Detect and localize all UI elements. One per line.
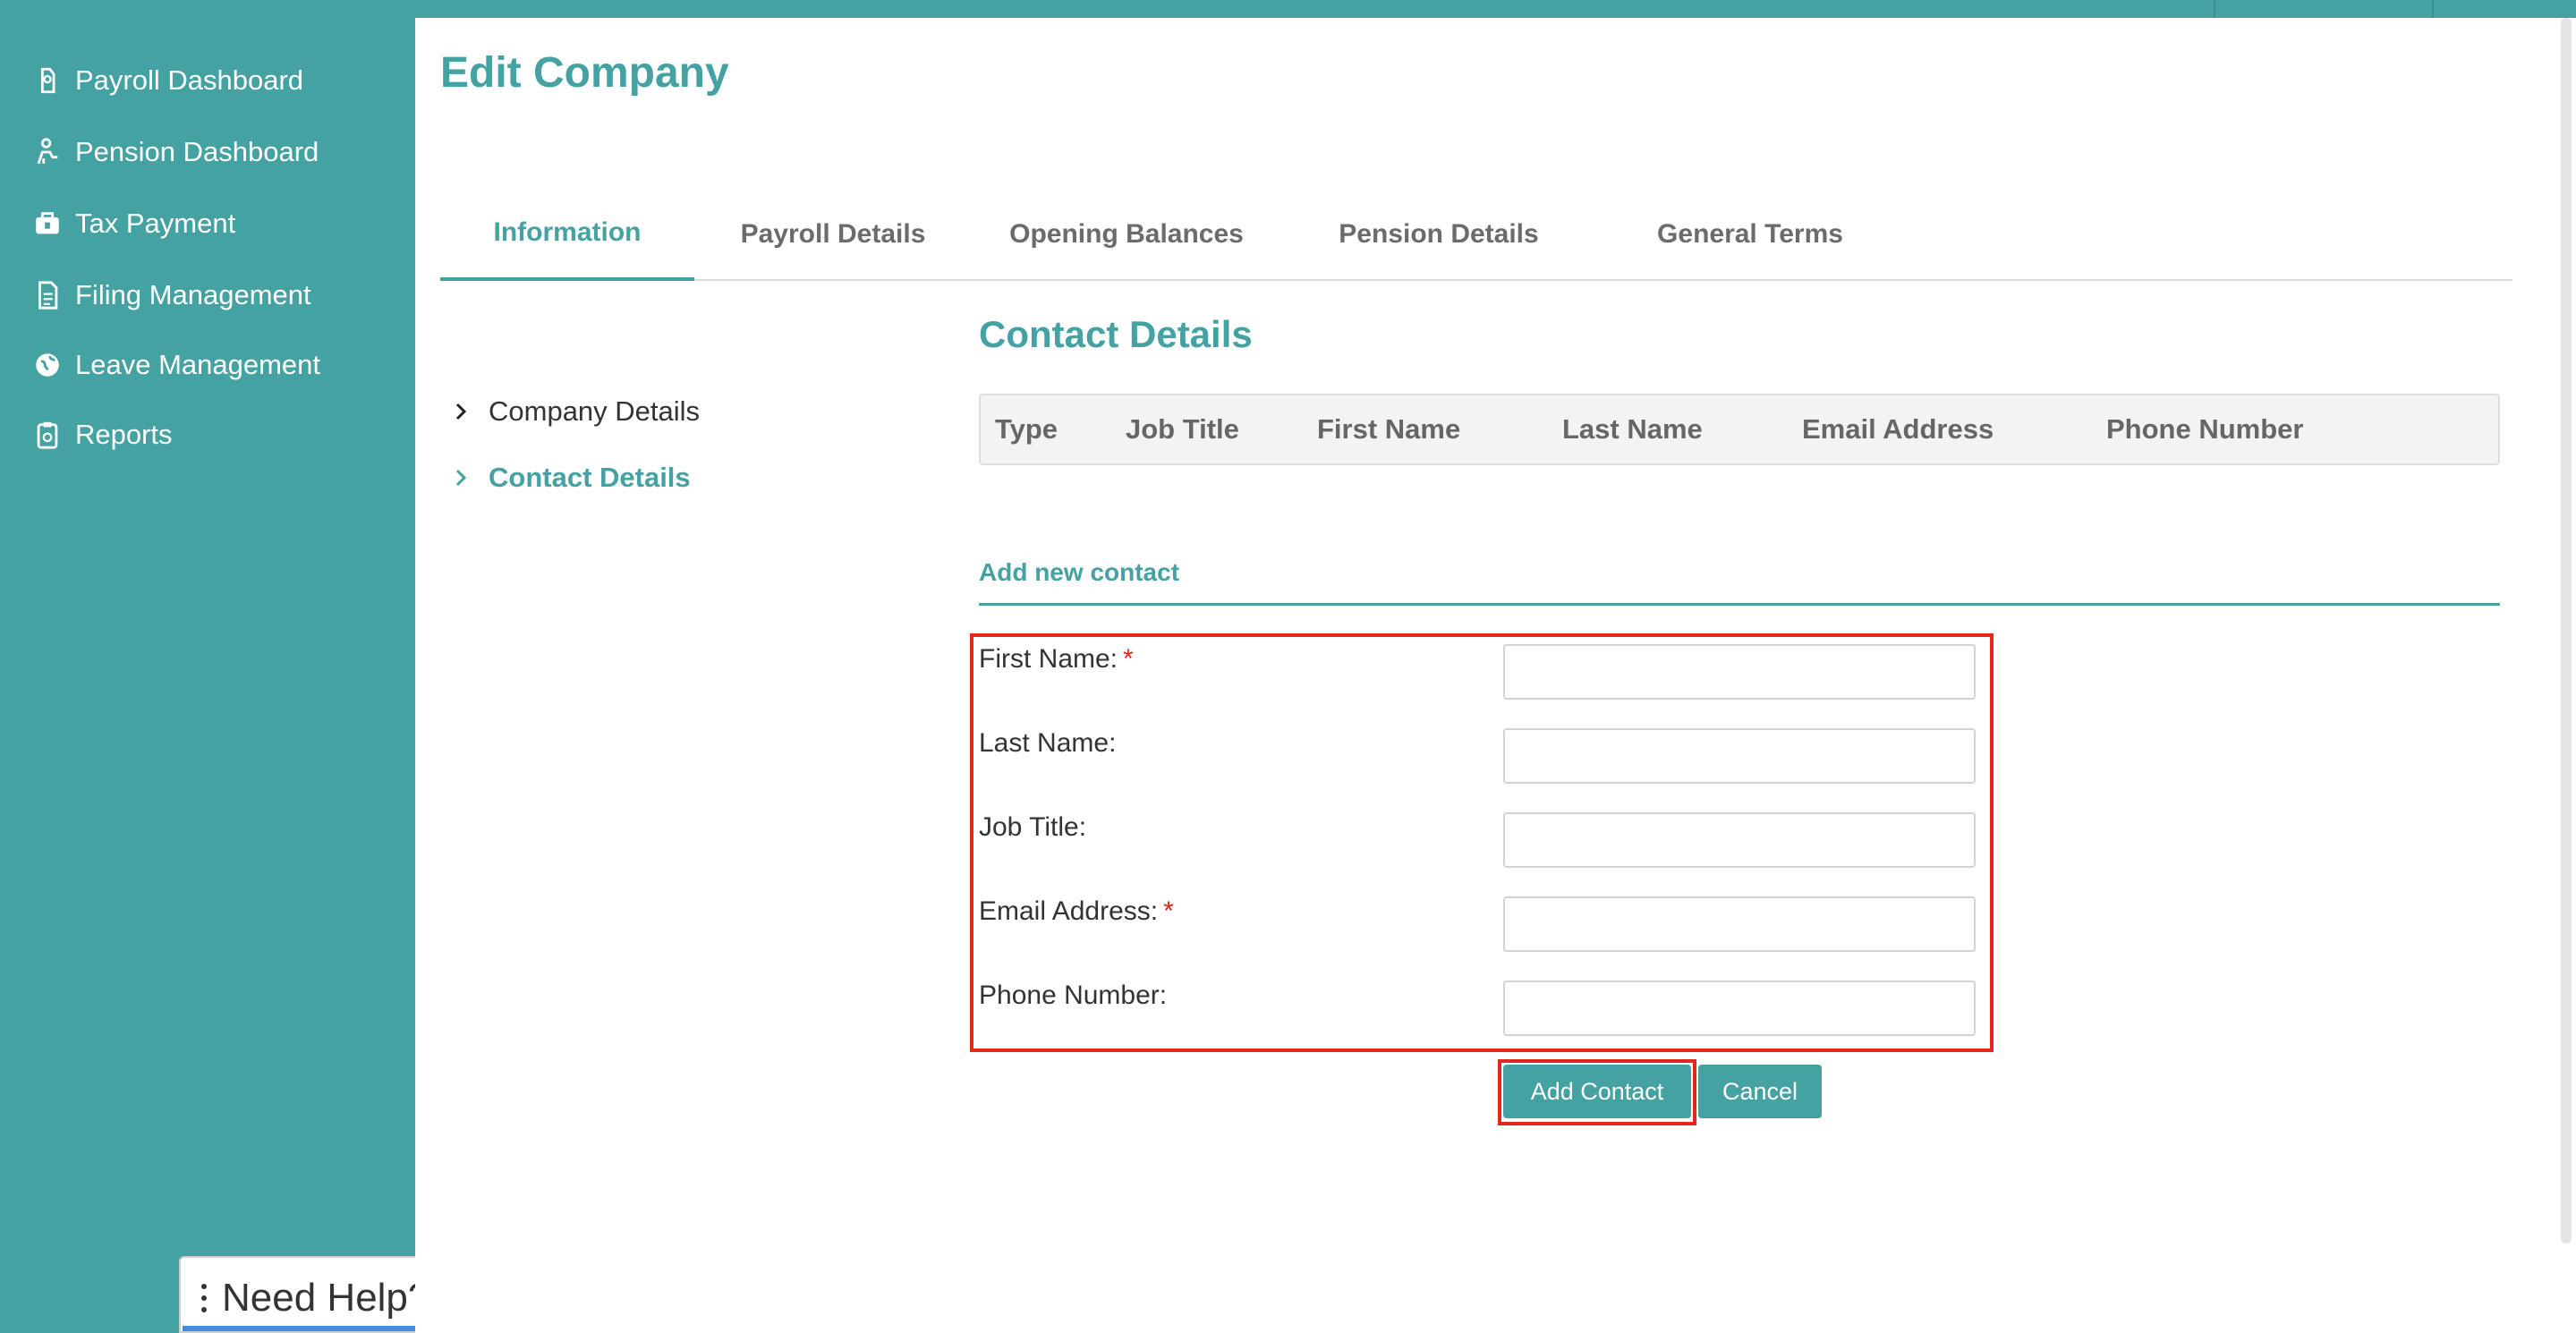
column-header-type[interactable]: Type: [995, 395, 1058, 463]
top-strip: [415, 0, 2576, 18]
required-marker: *: [1123, 644, 1134, 674]
tab-bar: Information Payroll Details Opening Bala…: [440, 188, 2512, 281]
tab-information[interactable]: Information: [440, 188, 694, 281]
scrollbar-thumb[interactable]: [2561, 18, 2572, 1244]
column-header-email-address[interactable]: Email Address: [1802, 395, 1994, 463]
reports-icon: [32, 420, 63, 450]
job-title-field[interactable]: [1503, 812, 1976, 868]
phone-number-label: Phone Number:: [979, 981, 1168, 1010]
drag-handle-icon[interactable]: [200, 1283, 208, 1313]
email-field[interactable]: [1503, 896, 1976, 952]
column-header-first-name[interactable]: First Name: [1317, 395, 1460, 463]
sidebar-item-label: Tax Payment: [75, 208, 236, 239]
sidebar-item-reports[interactable]: Reports: [32, 408, 173, 462]
sidebar-item-label: Leave Management: [75, 349, 321, 380]
top-divider: [2432, 0, 2434, 18]
top-divider: [2214, 0, 2215, 18]
contacts-table-header: Type Job Title First Name Last Name Emai…: [979, 394, 2500, 465]
column-header-job-title[interactable]: Job Title: [1126, 395, 1239, 463]
chevron-right-icon: [455, 403, 467, 420]
sidebar-item-filing-management[interactable]: Filing Management: [32, 268, 311, 322]
first-name-field[interactable]: [1503, 644, 1976, 700]
sidebar-item-payroll-dashboard[interactable]: Payroll Dashboard: [32, 54, 303, 107]
divider: [979, 603, 2500, 606]
sidebar-item-label: Filing Management: [75, 279, 311, 310]
tab-pension-details[interactable]: Pension Details: [1281, 188, 1596, 281]
pension-icon: [32, 137, 63, 167]
column-header-last-name[interactable]: Last Name: [1562, 395, 1703, 463]
sidebar-item-label: Payroll Dashboard: [75, 64, 304, 96]
sidebar-item-tax-payment[interactable]: Tax Payment: [32, 197, 235, 250]
help-label: Need Help?: [222, 1276, 430, 1320]
sidebar-item-pension-dashboard[interactable]: Pension Dashboard: [32, 125, 319, 179]
first-name-label: First Name: *: [979, 644, 1134, 674]
tab-payroll-details[interactable]: Payroll Details: [694, 188, 972, 281]
section-title: Contact Details: [979, 313, 1253, 355]
cancel-button[interactable]: Cancel: [1698, 1065, 1822, 1118]
sidebar-item-label: Reports: [75, 419, 173, 450]
sidebar-item-label: Pension Dashboard: [75, 136, 319, 167]
last-name-label: Last Name:: [979, 728, 1117, 758]
page-title: Edit Company: [440, 49, 729, 97]
last-name-field[interactable]: [1503, 728, 1976, 784]
subnav-company-details[interactable]: Company Details: [451, 392, 700, 431]
globe-icon: [32, 350, 63, 380]
subnav-contact-details[interactable]: Contact Details: [451, 458, 691, 497]
required-marker: *: [1163, 896, 1174, 926]
tax-icon: [32, 208, 63, 239]
job-title-label: Job Title:: [979, 812, 1087, 842]
payroll-icon: [32, 65, 63, 96]
column-header-phone-number[interactable]: Phone Number: [2106, 395, 2303, 463]
sidebar: Payroll Dashboard Pension Dashboard Tax …: [0, 0, 510, 1333]
chevron-right-icon: [455, 469, 467, 487]
main-content: Edit Company Information Payroll Details…: [415, 18, 2555, 1333]
subnav-label: Company Details: [489, 395, 701, 427]
sidebar-item-leave-management[interactable]: Leave Management: [32, 338, 320, 392]
add-contact-title: Add new contact: [979, 558, 1180, 586]
scrollbar[interactable]: [2555, 18, 2576, 1333]
tab-general-terms[interactable]: General Terms: [1596, 188, 1904, 281]
filing-icon: [32, 280, 63, 310]
email-address-label: Email Address: *: [979, 896, 1174, 926]
tab-opening-balances[interactable]: Opening Balances: [972, 188, 1281, 281]
add-contact-button[interactable]: Add Contact: [1503, 1065, 1691, 1118]
subnav-label: Contact Details: [489, 462, 691, 493]
phone-number-field[interactable]: [1503, 981, 1976, 1036]
